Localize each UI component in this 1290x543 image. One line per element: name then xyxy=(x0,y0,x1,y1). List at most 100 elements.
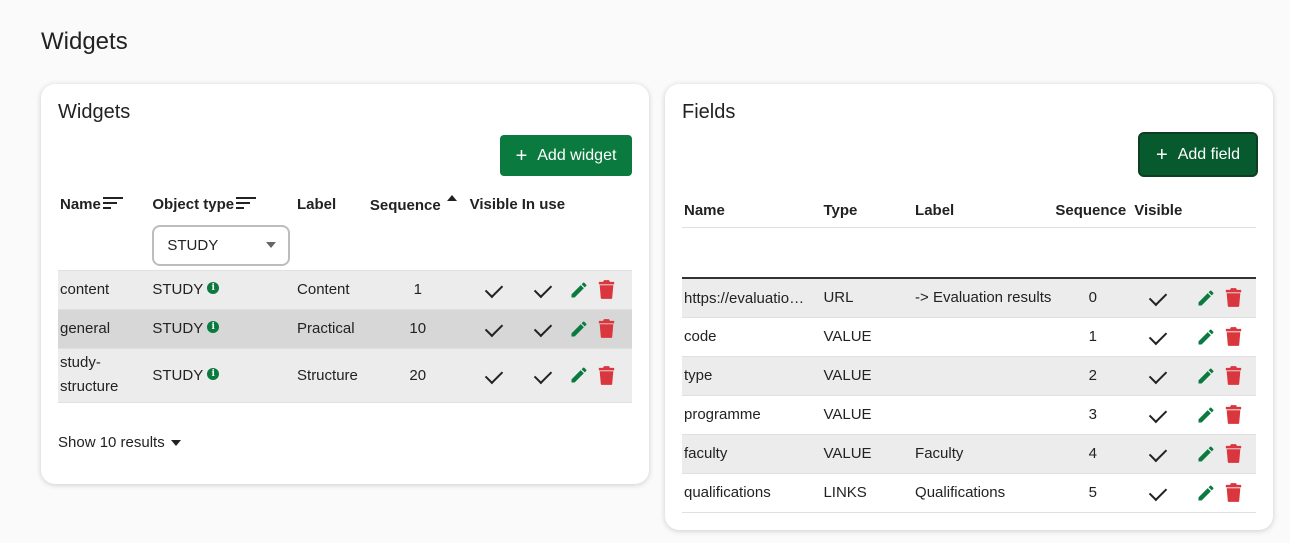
widget-name: content xyxy=(58,270,151,310)
table-row[interactable]: https://evaluatio… URL -> Evaluation res… xyxy=(682,278,1256,318)
col-object-type[interactable]: Object type xyxy=(150,188,295,221)
object-type-filter-select[interactable]: STUDY xyxy=(152,224,291,266)
col-name[interactable]: Name xyxy=(58,188,150,221)
pencil-icon[interactable] xyxy=(1196,405,1216,425)
col-in-use[interactable]: In use xyxy=(520,188,567,221)
field-label xyxy=(913,317,1054,357)
pencil-icon[interactable] xyxy=(569,319,589,339)
add-field-label: Add field xyxy=(1177,145,1240,163)
widgets-table: Name Object type Label Sequence Visible … xyxy=(58,188,632,403)
col-type[interactable]: Type xyxy=(821,195,913,227)
widget-sequence: 10 xyxy=(367,309,468,349)
info-icon[interactable]: i xyxy=(207,321,220,333)
check-icon xyxy=(1149,365,1168,385)
field-sequence: 3 xyxy=(1053,395,1133,435)
check-icon xyxy=(484,365,503,384)
pencil-icon[interactable] xyxy=(1196,366,1216,386)
widget-name: study-structure xyxy=(58,348,151,403)
add-widget-button[interactable]: + Add widget xyxy=(500,135,632,176)
table-row[interactable]: code VALUE 1 xyxy=(682,317,1256,357)
field-type: VALUE xyxy=(821,434,914,474)
col-sequence[interactable]: Sequence xyxy=(1053,195,1132,227)
table-row[interactable]: faculty VALUE Faculty 4 xyxy=(682,434,1256,474)
pencil-icon[interactable] xyxy=(1196,288,1216,308)
table-row[interactable]: qualifications LINKS Qualifications 5 xyxy=(682,473,1256,513)
widget-sequence: 20 xyxy=(367,348,468,403)
field-name: qualifications xyxy=(682,473,822,513)
pencil-icon[interactable] xyxy=(569,280,589,300)
plus-icon: + xyxy=(1156,143,1168,166)
field-sequence: 2 xyxy=(1053,356,1133,396)
check-icon xyxy=(534,318,553,338)
plus-icon: + xyxy=(515,144,528,167)
pencil-icon[interactable] xyxy=(1196,327,1216,347)
field-type: VALUE xyxy=(821,317,914,357)
chevron-down-icon xyxy=(170,439,181,446)
field-name: code xyxy=(682,317,822,357)
field-label xyxy=(913,395,1054,435)
widget-label: Content xyxy=(295,270,368,310)
widget-name: general xyxy=(58,309,151,349)
col-sequence[interactable]: Sequence xyxy=(368,188,468,221)
col-label[interactable]: Label xyxy=(913,195,1053,227)
col-label[interactable]: Label xyxy=(295,188,368,221)
show-results-dropdown[interactable]: Show 10 results xyxy=(58,434,181,451)
add-widget-label: Add widget xyxy=(537,146,617,164)
check-icon xyxy=(1149,482,1168,502)
field-name: programme xyxy=(682,395,822,435)
field-label: -> Evaluation results xyxy=(913,278,1054,318)
pencil-icon[interactable] xyxy=(569,365,589,385)
trash-icon[interactable] xyxy=(598,280,615,299)
fields-card-title: Fields xyxy=(682,101,736,123)
sort-lines-icon[interactable] xyxy=(102,196,123,210)
trash-icon[interactable] xyxy=(1225,405,1242,424)
widget-object-type: STUDY i xyxy=(150,270,296,310)
field-type: URL xyxy=(821,278,914,318)
check-icon xyxy=(484,279,503,299)
table-row[interactable]: general STUDY i Practical 10 xyxy=(58,309,632,349)
sort-ascending-icon[interactable] xyxy=(446,195,457,201)
field-name: type xyxy=(682,356,822,396)
col-visible[interactable]: Visible xyxy=(468,188,520,221)
trash-icon[interactable] xyxy=(1225,444,1242,463)
chevron-down-icon xyxy=(266,242,277,249)
pencil-icon[interactable] xyxy=(1196,483,1216,503)
field-type: LINKS xyxy=(821,473,914,513)
col-visible[interactable]: Visible xyxy=(1132,195,1184,227)
widgets-card: Widgets + Add widget Name Object type La… xyxy=(41,84,649,484)
field-label: Faculty xyxy=(913,434,1054,474)
trash-icon[interactable] xyxy=(1225,366,1242,385)
trash-icon[interactable] xyxy=(1225,483,1242,502)
show-results-label: Show 10 results xyxy=(58,434,165,451)
widget-sequence: 1 xyxy=(367,270,468,310)
widget-label: Practical xyxy=(295,309,368,349)
field-label xyxy=(913,356,1054,396)
add-field-button[interactable]: + Add field xyxy=(1138,132,1258,177)
table-row[interactable]: study-structure STUDY i Structure 20 xyxy=(58,348,632,403)
page-title: Widgets xyxy=(41,28,128,55)
field-name: https://evaluatio… xyxy=(682,278,822,318)
trash-icon[interactable] xyxy=(598,319,615,338)
info-icon[interactable]: i xyxy=(207,282,220,294)
info-icon[interactable]: i xyxy=(207,367,220,380)
fields-card: Fields + Add field Name Type Label Seque… xyxy=(665,84,1273,530)
check-icon xyxy=(1149,443,1168,463)
trash-icon[interactable] xyxy=(1225,327,1242,346)
object-type-filter-value: STUDY xyxy=(167,236,219,254)
check-icon xyxy=(484,318,503,338)
table-row[interactable]: content STUDY i Content 1 xyxy=(58,270,632,310)
table-row[interactable]: programme VALUE 3 xyxy=(682,395,1256,435)
fields-table: Name Type Label Sequence Visible https:/… xyxy=(682,195,1256,513)
col-name[interactable]: Name xyxy=(682,195,821,227)
trash-icon[interactable] xyxy=(1225,288,1242,308)
field-type: VALUE xyxy=(821,356,914,396)
sort-lines-icon[interactable] xyxy=(236,196,257,210)
trash-icon[interactable] xyxy=(598,365,615,385)
field-sequence: 1 xyxy=(1053,317,1133,357)
widgets-card-title: Widgets xyxy=(58,101,131,123)
check-icon xyxy=(1149,404,1168,424)
field-name: faculty xyxy=(682,434,822,474)
pencil-icon[interactable] xyxy=(1196,444,1216,464)
table-row[interactable]: type VALUE 2 xyxy=(682,356,1256,396)
check-icon xyxy=(534,365,553,384)
